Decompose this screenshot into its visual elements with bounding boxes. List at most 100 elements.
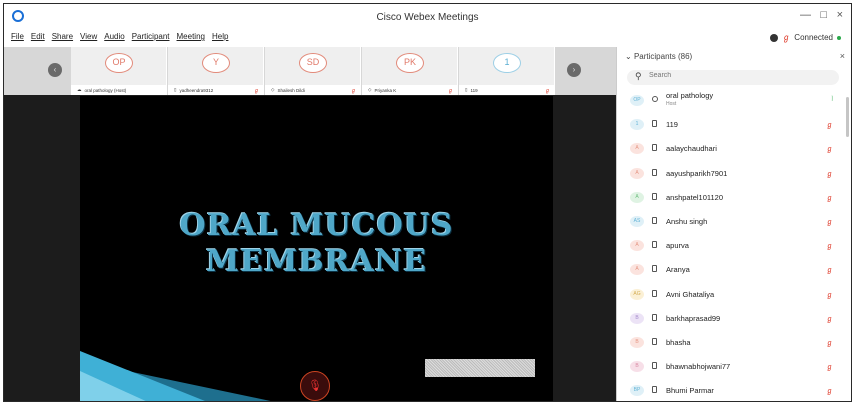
participant-row[interactable]: A apurva ℊ <box>617 234 845 258</box>
avatar: B <box>630 312 644 324</box>
participant-row[interactable]: A anshpatel101120 ℊ <box>617 186 845 210</box>
muted-icon: ℊ <box>544 87 550 94</box>
muted-mic-icon[interactable]: ℊ <box>826 362 833 372</box>
connected-dot-icon <box>837 35 841 40</box>
muted-mic-icon[interactable]: ℊ <box>826 193 833 203</box>
unmuted-mic-icon[interactable]: ⦚ <box>832 96 833 104</box>
participant-row[interactable]: B bhawnabhojwani77 ℊ <box>617 355 845 379</box>
connection-status[interactable]: ℊ Connected <box>770 32 841 43</box>
video-strip: ‹ OP ☁ oral pathology (Host) Y ▯ yadheendr… <box>4 47 616 95</box>
participant-row[interactable]: BP Bhumi Parmar ℊ <box>617 379 845 401</box>
video-tile[interactable]: PK ◇ Priyanka K ℊ <box>362 47 458 95</box>
slide-title-line1: ORAL MUCOUS <box>179 208 454 243</box>
participant-name: barkhaprasad99 <box>666 313 721 323</box>
menu-share[interactable]: Share <box>52 32 73 41</box>
muted-mic-icon[interactable]: ℊ <box>826 144 833 154</box>
participant-name: apurva <box>666 241 689 251</box>
cloud-device-icon <box>652 96 658 102</box>
network-icon <box>770 33 779 42</box>
menu-meeting[interactable]: Meeting <box>177 32 205 41</box>
participant-row[interactable]: A aalaychaudhari ℊ <box>617 137 845 161</box>
participant-list: OP oral pathology Host ⦚ 1 119 ℊ A aalay… <box>617 89 845 401</box>
muted-mic-icon[interactable]: ℊ <box>826 338 833 348</box>
connection-label: Connected <box>794 33 833 42</box>
menu-file[interactable]: File <box>11 32 24 41</box>
participants-scrollbar[interactable] <box>846 97 849 137</box>
muted-mic-icon[interactable]: ℊ <box>826 386 833 396</box>
participant-row[interactable]: B bhasha ℊ <box>617 331 845 355</box>
title-bar: Cisco Webex Meetings — □ × <box>4 4 851 30</box>
avatar: A <box>630 167 644 179</box>
participants-header[interactable]: ⌄ Participants (86) <box>625 52 692 61</box>
search-icon: ⚲ <box>635 71 642 81</box>
minimize-button[interactable]: — <box>800 9 811 21</box>
menu-audio[interactable]: Audio <box>104 32 124 41</box>
video-tile[interactable]: OP ☁ oral pathology (Host) <box>71 47 167 95</box>
muted-mic-icon[interactable]: ℊ <box>826 217 833 227</box>
host-label: Host <box>666 101 677 107</box>
participant-name: 119 <box>666 120 678 130</box>
next-videos-button[interactable]: › <box>567 63 581 77</box>
tile-name: oral pathology (Host) <box>84 87 127 93</box>
participant-name: Anshu singh <box>666 216 708 226</box>
avatar: BP <box>630 385 644 397</box>
participant-name: Aranya <box>666 265 690 275</box>
menu-view[interactable]: View <box>80 32 97 41</box>
avatar: PK <box>396 53 424 73</box>
phone-device-icon <box>652 313 657 321</box>
video-tile[interactable]: SD ◇ Shailesh Dildi ℊ <box>265 47 361 95</box>
close-button[interactable]: × <box>837 9 843 21</box>
avatar: SD <box>299 53 327 73</box>
participant-row[interactable]: AG Avni Ghataliya ℊ <box>617 283 845 307</box>
participant-row[interactable]: A Aranya ℊ <box>617 258 845 282</box>
avatar: B <box>630 361 644 373</box>
participant-row[interactable]: AS Anshu singh ℊ <box>617 210 845 234</box>
device-icon: ▯ <box>465 87 468 92</box>
avatar: 1 <box>630 119 644 131</box>
mute-button[interactable]: 🎙 <box>300 371 330 401</box>
participant-name: bhasha <box>666 337 691 347</box>
phone-device-icon <box>652 386 657 394</box>
slide-decoration <box>80 351 271 401</box>
device-icon: ☁ <box>77 87 82 92</box>
participant-name: anshpatel101120 <box>666 192 723 202</box>
search-field[interactable]: ⚲ <box>627 70 839 85</box>
menu-participant[interactable]: Participant <box>132 32 170 41</box>
device-icon: ▯ <box>174 87 177 92</box>
maximize-button[interactable]: □ <box>820 9 827 21</box>
search-input[interactable] <box>649 72 829 79</box>
tile-name: Shailesh Dildi <box>277 87 305 93</box>
muted-mic-icon[interactable]: ℊ <box>826 241 833 251</box>
webex-window: Cisco Webex Meetings — □ × File Edit Sha… <box>3 3 852 402</box>
muted-mic-icon[interactable]: ℊ <box>826 120 833 130</box>
participant-row[interactable]: 1 119 ℊ <box>617 113 845 137</box>
participant-row[interactable]: B barkhaprasad99 ℊ <box>617 307 845 331</box>
avatar: 1 <box>493 53 521 73</box>
chevron-down-icon: ⌄ <box>625 52 632 61</box>
prev-videos-button[interactable]: ‹ <box>48 63 62 77</box>
muted-mic-icon[interactable]: ℊ <box>826 169 833 179</box>
video-tile[interactable]: Y ▯ yadheendra9312 ℊ <box>168 47 264 95</box>
avatar: AS <box>630 215 644 227</box>
avatar: B <box>630 336 644 348</box>
video-tile[interactable]: 1 ▯ 119 ℊ <box>459 47 555 95</box>
close-panel-icon[interactable]: × <box>840 51 845 61</box>
participant-name: Bhumi Parmar <box>666 386 714 396</box>
phone-device-icon <box>652 265 657 273</box>
mute-status-icon: ℊ <box>782 33 791 42</box>
muted-mic-icon[interactable]: ℊ <box>826 290 833 300</box>
muted-icon: ℊ <box>447 87 453 94</box>
participant-name: bhawnabhojwani77 <box>666 362 731 372</box>
muted-mic-icon[interactable]: ℊ <box>826 314 833 324</box>
muted-mic-icon[interactable]: ℊ <box>826 265 833 275</box>
participant-name: aayushparikh7901 <box>666 168 728 178</box>
participant-row[interactable]: A aayushparikh7901 ℊ <box>617 162 845 186</box>
menu-edit[interactable]: Edit <box>31 32 45 41</box>
avatar: A <box>630 240 644 252</box>
participants-panel: ⌄ Participants (86) × ⚲ OP oral patholog… <box>617 47 851 401</box>
tile-name: Priyanka K <box>374 87 397 93</box>
menu-help[interactable]: Help <box>212 32 228 41</box>
participant-row-host[interactable]: OP oral pathology Host ⦚ <box>617 89 845 113</box>
muted-icon: ℊ <box>253 87 259 94</box>
phone-device-icon <box>652 192 657 200</box>
